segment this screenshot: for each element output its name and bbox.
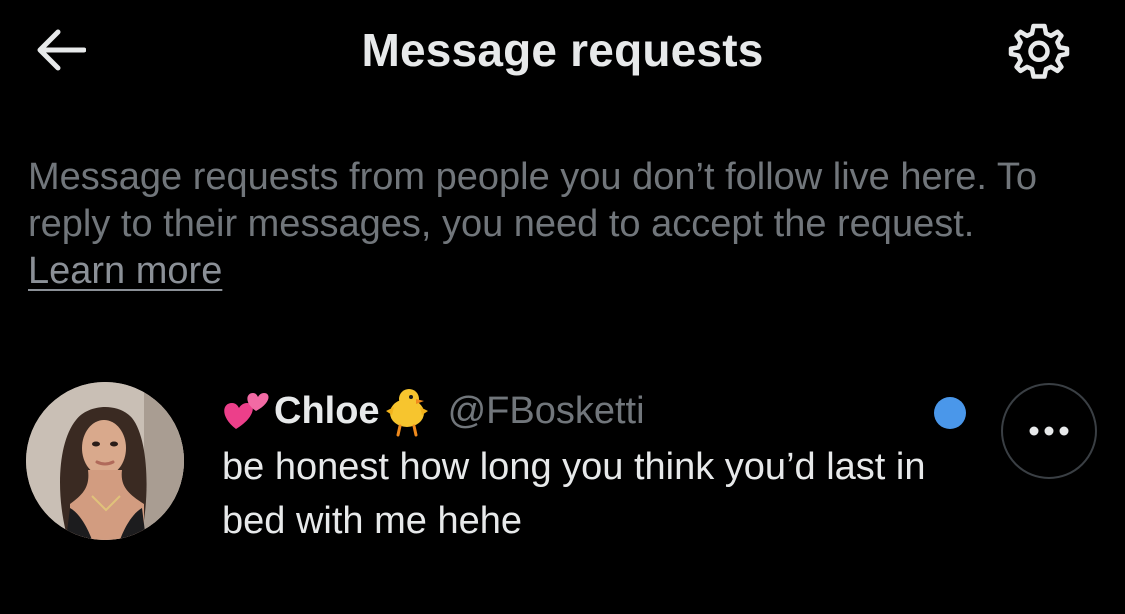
message-request-item[interactable]: Chloe @FBosketti be honest how long you …	[0, 370, 1125, 550]
avatar-photo	[26, 382, 184, 540]
more-options-button[interactable]	[1001, 383, 1097, 479]
chick-emoji	[380, 385, 434, 437]
sender-display-name[interactable]: Chloe	[274, 388, 380, 434]
message-preview: be honest how long you think you’d last …	[222, 446, 926, 542]
page-title: Message requests	[361, 24, 764, 76]
two-hearts-emoji	[222, 389, 274, 433]
settings-button[interactable]	[1004, 20, 1074, 82]
learn-more-link[interactable]: Learn more	[28, 250, 222, 292]
avatar[interactable]	[26, 382, 184, 540]
info-text: Message requests from people you don’t f…	[28, 156, 1037, 245]
top-bar: Message requests	[0, 0, 1125, 110]
sender-name-line: Chloe @FBosketti	[222, 385, 645, 437]
message-requests-info: Message requests from people you don’t f…	[28, 154, 1098, 295]
gear-icon	[1008, 23, 1070, 79]
unread-indicator	[934, 397, 966, 429]
sender-handle[interactable]: @FBosketti	[448, 388, 645, 434]
more-horizontal-icon	[1029, 426, 1069, 436]
